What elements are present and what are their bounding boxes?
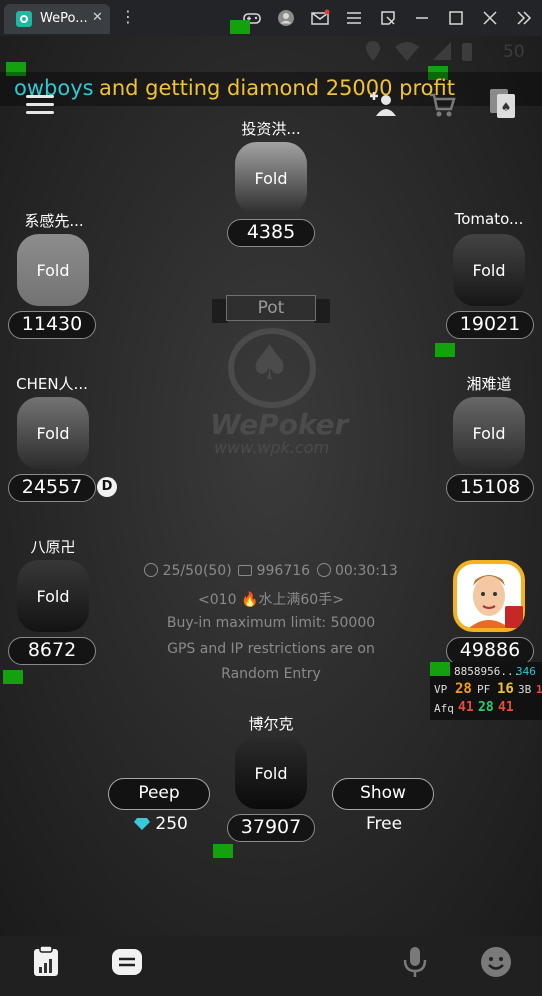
player-name: 八原卍	[30, 538, 76, 556]
entry-mode: Random Entry	[221, 666, 321, 682]
hud-afq-value-3: 41	[498, 700, 514, 715]
tab-title: WePo...	[40, 11, 88, 26]
wepoker-app-icon	[16, 11, 32, 27]
hero-status: Fold	[235, 737, 307, 809]
player-name: Tomato...	[454, 210, 524, 228]
logo-brand: WePoker	[210, 408, 349, 441]
player-status: Fold	[453, 397, 525, 469]
blinds-icon	[144, 563, 159, 577]
user-avatar-icon[interactable]	[276, 8, 296, 28]
player-stack: 19021	[446, 311, 534, 339]
player-name: 系感先...	[24, 212, 84, 230]
tab-close-button[interactable]: ✕	[92, 10, 103, 25]
location-icon	[365, 40, 381, 64]
player-avatar[interactable]: Fold	[235, 142, 307, 214]
player-name: 投资洪...	[241, 120, 301, 138]
peep-button[interactable]: Peep	[108, 778, 210, 810]
hud-afq-value-2: 28	[478, 700, 494, 715]
shop-cart-icon[interactable]	[428, 92, 456, 122]
dealer-button: D	[97, 477, 117, 497]
status-time: 50	[503, 42, 525, 62]
table-rule: <010 🔥水上满60手>	[198, 592, 344, 608]
screenshot-icon[interactable]	[378, 8, 398, 28]
hud-pf-value: 16	[497, 681, 514, 697]
pot-label: Pot	[226, 295, 316, 321]
bottom-toolbar	[0, 936, 542, 996]
hamburger-menu-icon[interactable]	[344, 8, 364, 28]
more-options-icon[interactable]: ⋮	[120, 7, 136, 26]
battery-icon	[460, 40, 474, 64]
chevrons-right-icon[interactable]	[514, 8, 534, 28]
diamond-icon	[134, 818, 150, 830]
show-cost: Free	[366, 814, 403, 834]
hud-vp-label: VP	[434, 683, 448, 696]
hand-history-icon[interactable]	[32, 945, 60, 981]
app-tab[interactable]: WePo... ✕	[4, 4, 110, 34]
player-status: Fold	[17, 234, 89, 306]
player-name: CHEN人...	[16, 375, 88, 393]
game-info-row: 25/50(50) 996716 00:30:13	[0, 563, 542, 579]
ticker-text: and getting diamond 25000 profit	[99, 76, 455, 100]
emoji-icon[interactable]	[480, 946, 512, 982]
marker-box	[230, 20, 250, 34]
hud-3b-label: 3B	[518, 683, 532, 696]
mail-icon[interactable]	[310, 8, 330, 28]
marker-box	[213, 844, 233, 858]
wifi-icon	[394, 40, 420, 64]
player-stack: 11430	[8, 311, 96, 339]
chat-log-icon[interactable]	[111, 948, 143, 980]
show-button[interactable]: Show	[332, 778, 434, 810]
logo-url: www.wpk.com	[214, 438, 330, 457]
maximize-icon[interactable]	[446, 8, 466, 28]
marker-box	[435, 343, 455, 357]
hero-stack: 37907	[227, 814, 315, 842]
cards-icon[interactable]: ♠	[488, 87, 518, 123]
player-avatar[interactable]: Fold	[453, 234, 525, 306]
microphone-icon[interactable]	[402, 946, 428, 982]
peep-cost: 250	[134, 814, 188, 834]
player-avatar[interactable]: Fold	[453, 397, 525, 469]
player-stack: 15108	[446, 474, 534, 502]
add-player-icon[interactable]	[366, 90, 398, 122]
signal-icon	[431, 40, 453, 64]
player-name: 湘难道	[466, 375, 512, 393]
player-status: Fold	[235, 142, 307, 214]
hud-afq-label: Afq	[434, 702, 454, 715]
minimize-icon[interactable]	[412, 8, 432, 28]
svg-text:♠: ♠	[501, 100, 512, 114]
clock-icon	[316, 563, 331, 577]
table-id: 996716	[256, 563, 311, 579]
player-status: Fold	[453, 234, 525, 306]
hud-vp-value: 28	[455, 681, 472, 697]
hud-afq-value-1: 41	[458, 700, 474, 715]
window-titlebar: WePo... ✕ ⋮	[0, 0, 542, 36]
game-timer: 00:30:13	[334, 563, 398, 579]
close-window-icon[interactable]	[480, 8, 500, 28]
player-avatar[interactable]: Fold	[17, 234, 89, 306]
peep-cost-value: 250	[155, 814, 188, 834]
player-status: Fold	[17, 397, 89, 469]
pot-ornament-right	[314, 299, 330, 323]
hero-avatar[interactable]: Fold	[235, 737, 307, 809]
player-stack: 4385	[227, 219, 315, 247]
hamburger-menu-icon[interactable]	[26, 95, 56, 115]
buyin-limit: Buy-in maximum limit: 50000	[166, 615, 376, 631]
player-avatar[interactable]: Fold	[17, 397, 89, 469]
lock-icon	[238, 565, 253, 576]
player-stack: 24557	[8, 474, 96, 502]
hud-3b-value: 1	[536, 683, 542, 696]
hud-pf-label: PF	[477, 683, 491, 696]
gps-ip-restriction: GPS and IP restrictions are on	[167, 641, 375, 657]
blinds-value: 25/50(50)	[162, 563, 232, 579]
hero-name: 博尔克	[248, 715, 294, 733]
spade-logo-icon: ♠	[248, 335, 292, 391]
